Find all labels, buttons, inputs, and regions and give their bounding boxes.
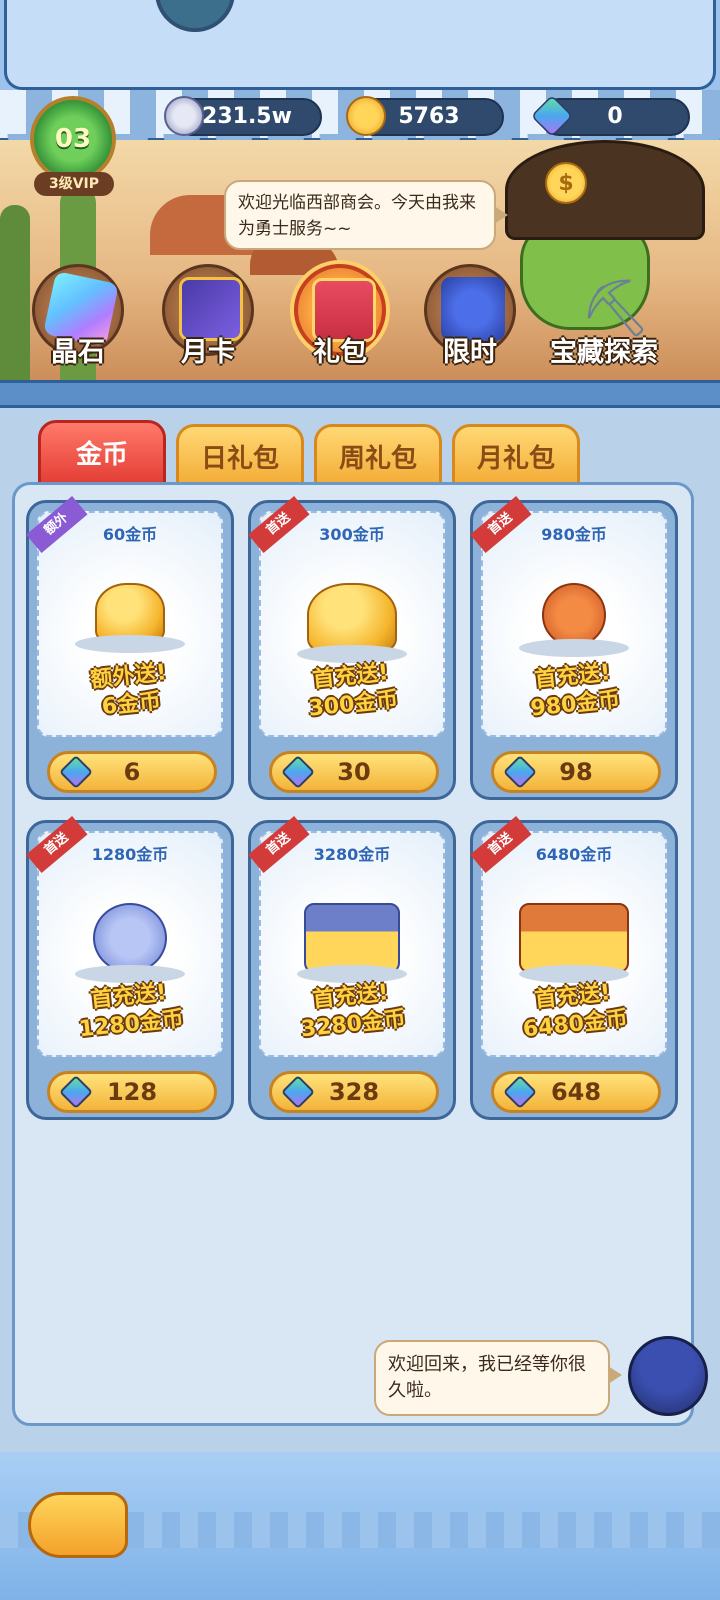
nav-treasure[interactable]: 宝藏探索	[538, 264, 670, 384]
tab-weekly[interactable]: 周礼包	[314, 424, 442, 488]
npc-speech-bubble: 欢迎回来，我已经等你很久啦。	[374, 1340, 622, 1416]
coin-tabs: 金币 日礼包 周礼包 月礼包	[38, 420, 678, 488]
card-body: 3280金币 首充送! 3280金币	[259, 831, 445, 1057]
merchant-hat	[505, 140, 705, 240]
nav-gift-label: 礼包	[313, 337, 367, 368]
gold-coin-icon	[346, 96, 386, 136]
price: 328	[328, 1078, 380, 1106]
product-card[interactable]: 3280金币 首充送! 3280金币 首送 328	[248, 816, 456, 1120]
vip-label: 3级VIP	[34, 172, 114, 196]
section-divider	[0, 380, 720, 408]
card-bonus: 额外送! 6金币	[45, 654, 216, 727]
card-body: 60金币 额外送! 6金币	[37, 511, 223, 737]
coin-bag-icon	[75, 903, 185, 983]
npc-avatar[interactable]	[628, 1336, 708, 1416]
gem-icon	[503, 755, 537, 789]
top-panel	[4, 0, 716, 90]
product-card[interactable]: 6480金币 首充送! 6480金币 首送 648	[470, 816, 678, 1120]
nav-limited[interactable]: 限时	[420, 264, 520, 384]
tab-daily[interactable]: 日礼包	[176, 424, 304, 488]
buy-button[interactable]: 648	[491, 1071, 661, 1113]
silver-coin-icon	[164, 96, 204, 136]
buy-button[interactable]: 328	[269, 1071, 439, 1113]
product-card[interactable]: 980金币 首充送! 980金币 首送 98	[470, 496, 678, 800]
card-body: 980金币 首充送! 980金币	[481, 511, 667, 737]
price: 30	[337, 758, 371, 786]
price: 98	[559, 758, 593, 786]
gem-currency[interactable]: 0	[530, 94, 690, 138]
nav-limited-label: 限时	[443, 337, 497, 368]
treasure-chest-icon	[297, 903, 407, 983]
gem-icon	[59, 755, 93, 789]
product-card[interactable]: 1280金币 首充送! 1280金币 首送 128	[26, 816, 234, 1120]
product-card[interactable]: 300金币 首充送! 300金币 首送 30	[248, 496, 456, 800]
gem-icon	[503, 1075, 537, 1109]
nav-monthly-card-label: 月卡	[181, 337, 235, 368]
card-body: 1280金币 首充送! 1280金币	[37, 831, 223, 1057]
hat-coin-icon: $	[545, 162, 587, 204]
gold-currency[interactable]: 5763	[346, 96, 504, 136]
card-bonus: 首充送! 300金币	[267, 654, 438, 727]
buy-button[interactable]: 6	[47, 751, 217, 793]
tab-coins[interactable]: 金币	[38, 420, 166, 488]
price: 6	[123, 758, 141, 786]
vip-level: 03	[54, 124, 92, 154]
coin-stack-icon	[75, 583, 185, 653]
treasure-chest-icon	[519, 903, 629, 983]
gem-icon	[281, 755, 315, 789]
product-card[interactable]: 60金币 额外送! 6金币 额外 6	[26, 496, 234, 800]
buy-button[interactable]: 128	[47, 1071, 217, 1113]
price: 648	[550, 1078, 602, 1106]
price: 128	[106, 1078, 158, 1106]
card-bonus: 首充送! 3280金币	[267, 974, 438, 1047]
card-bonus: 首充送! 1280金币	[45, 974, 216, 1047]
coin-bag-icon	[519, 583, 629, 657]
shop-nav: 晶石 月卡 礼包 限时 宝藏探索	[0, 264, 720, 384]
card-body: 6480金币 首充送! 6480金币	[481, 831, 667, 1057]
silver-amount: 231.5w	[202, 104, 292, 129]
silver-currency[interactable]: 231.5w	[164, 96, 322, 136]
card-bonus: 首充送! 6480金币	[489, 974, 660, 1047]
coin-pile-icon	[297, 583, 407, 663]
nav-treasure-label: 宝藏探索	[550, 337, 658, 368]
nav-crystal-label: 晶石	[51, 337, 105, 368]
vip-badge[interactable]: 03	[30, 96, 116, 182]
fish-bone-icon[interactable]	[28, 1492, 128, 1558]
gem-icon	[59, 1075, 93, 1109]
card-bonus: 首充送! 980金币	[489, 654, 660, 727]
merchant-speech-bubble: 欢迎光临西部商会。今天由我来为勇士服务~~	[224, 180, 508, 250]
nav-monthly-card[interactable]: 月卡	[158, 264, 258, 384]
gem-amount: 0	[607, 104, 623, 129]
card-body: 300金币 首充送! 300金币	[259, 511, 445, 737]
buy-button[interactable]: 30	[269, 751, 439, 793]
gold-amount: 5763	[398, 104, 460, 129]
nav-gift[interactable]: 礼包	[290, 264, 390, 384]
tab-monthly[interactable]: 月礼包	[452, 424, 580, 488]
gem-icon	[281, 1075, 315, 1109]
nav-crystal[interactable]: 晶石	[28, 264, 128, 384]
buy-button[interactable]: 98	[491, 751, 661, 793]
